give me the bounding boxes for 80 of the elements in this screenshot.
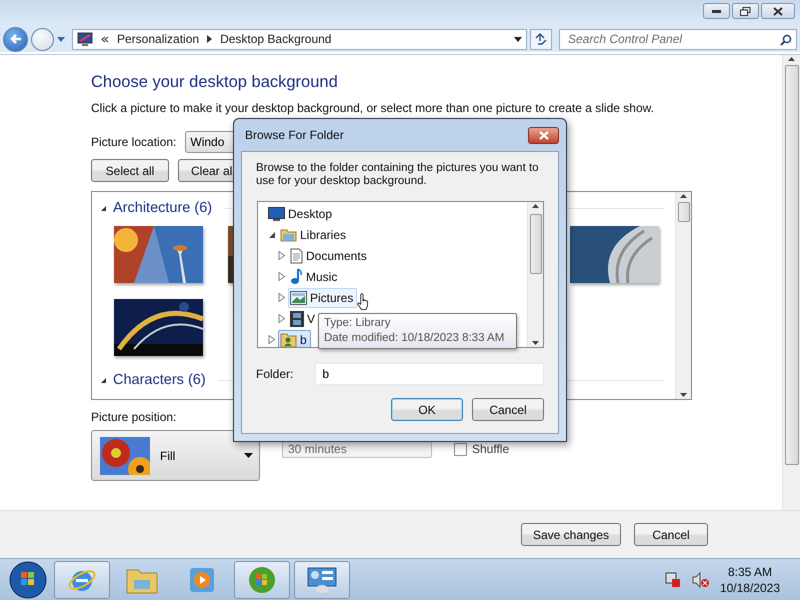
scrollbar-thumb[interactable] [784,65,798,465]
close-icon [773,6,783,16]
page-description: Click a picture to make it your desktop background, or select more than one picture to create a slide show. [91,101,655,115]
shuffle-label: Shuffle [472,442,510,456]
scrollbar-thumb[interactable] [678,202,690,222]
close-icon [538,130,548,140]
windows-logo-icon [9,560,47,598]
tree-item[interactable]: Documents [288,246,371,266]
scrollbar[interactable] [782,55,800,510]
picture-icon [290,290,307,304]
tooltip-line: Date modified: 10/18/2023 8:33 AM [324,331,506,346]
scrollbar[interactable] [675,192,691,399]
group-heading[interactable]: Characters (6) [113,372,206,388]
forward-button[interactable] [31,28,54,50]
control-panel-icon [77,32,93,46]
media-player-icon [189,566,215,592]
folder-label: Folder: [256,367,294,381]
scroll-up-icon[interactable] [788,57,795,61]
scrollbar[interactable] [527,202,543,347]
clock-date[interactable]: 10/18/2023 [720,580,780,594]
search-icon[interactable] [780,34,792,46]
dialog-button[interactable]: OK [391,398,463,421]
tree-item[interactable]: V [288,308,320,328]
shuffle-checkbox[interactable] [454,442,467,456]
tree-item[interactable]: Libraries [278,224,350,244]
minimize-icon [712,10,721,12]
music-note-icon [290,268,303,285]
picture-position-label: Picture position: [91,410,176,424]
refresh-icon [534,33,548,45]
film-icon [290,310,304,326]
folder-field[interactable]: b [315,363,544,385]
gallery-button[interactable]: Select all [91,159,169,182]
search-field[interactable]: Search Control Panel [559,28,797,50]
user-folder-icon [280,332,297,347]
arrow-right-icon[interactable] [207,35,212,43]
chevron-icon [101,36,109,42]
picture-location-label: Picture location: [91,135,176,149]
dropdown-arrow-icon[interactable] [514,36,522,42]
tree-item[interactable]: Music [288,266,342,286]
address-bar[interactable]: Personalization Desktop Background [72,28,527,50]
control-panel-icon [306,566,338,594]
footer-button[interactable]: Save changes [521,523,621,546]
page-heading: Choose your desktop background [91,73,339,92]
library-folder-icon [280,227,297,242]
document-icon [290,248,303,264]
footer-button[interactable]: Cancel [634,523,708,546]
tree-item[interactable]: b [278,330,311,347]
picture-position-dropdown[interactable]: Fill [91,430,260,481]
collapse-triangle-icon[interactable] [100,376,107,384]
speaker-muted-icon[interactable] [692,572,710,588]
network-error-icon[interactable] [664,572,682,588]
taskbar-button[interactable] [234,560,290,598]
breadcrumb-link[interactable]: Personalization [117,32,200,46]
breadcrumb-link[interactable]: Desktop Background [220,32,332,46]
dialog-title: Browse For Folder [245,128,344,142]
dialog-instructions: Browse to the folder containing the pictures you want to use for your desktop background. [256,162,540,188]
restore-button[interactable] [732,3,759,19]
tree-item[interactable]: Desktop [266,204,336,224]
tooltip-line: Type: Library [324,316,392,331]
collapse-triangle-icon[interactable] [100,204,107,212]
group-heading[interactable]: Architecture (6) [113,200,212,216]
dropdown-arrow-icon [244,453,253,458]
clock-time[interactable]: 8:35 AM [728,564,772,578]
minimize-button[interactable] [703,3,730,19]
back-arrow-icon [10,33,22,45]
back-button[interactable] [3,26,28,52]
close-button[interactable] [761,3,795,19]
close-button[interactable] [528,126,559,144]
dialog-button[interactable]: Cancel [472,398,544,421]
desktop-icon [268,206,285,220]
scroll-up-icon[interactable] [680,194,687,198]
tree-item[interactable]: Pictures [288,288,358,308]
scroll-down-icon[interactable] [680,393,687,397]
taskbar-button[interactable] [294,560,350,598]
scrollbar-thumb[interactable] [530,214,542,274]
scroll-down-icon[interactable] [532,341,539,345]
expander-icon[interactable] [268,230,276,239]
hand-cursor-icon [357,293,369,311]
restore-icon [740,6,751,16]
refresh-button[interactable] [530,28,552,50]
